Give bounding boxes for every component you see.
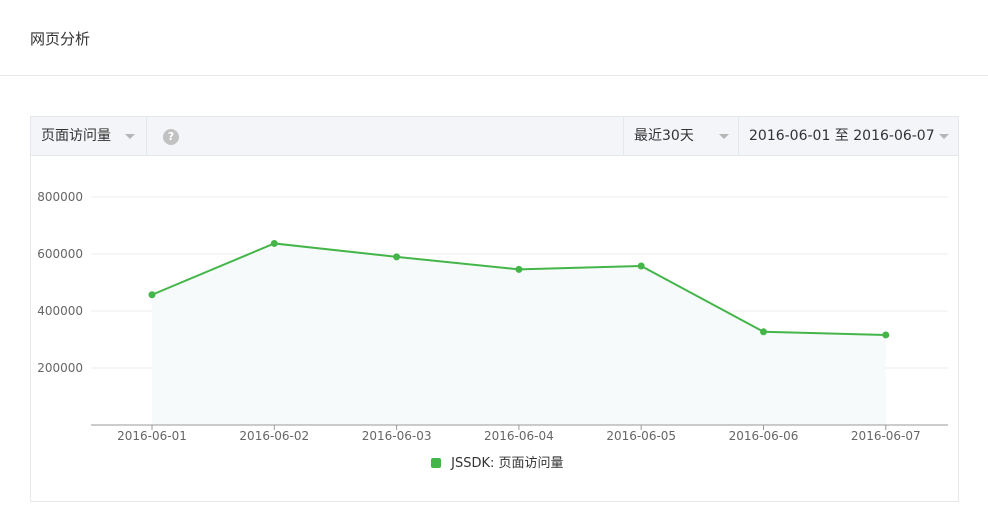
x-tick-label: 2016-06-04 xyxy=(484,429,554,443)
data-point xyxy=(637,262,645,270)
x-tick-label: 2016-06-02 xyxy=(239,429,309,443)
y-tick-label: 200000 xyxy=(37,361,83,375)
page-header: 网页分析 xyxy=(0,0,988,76)
data-point xyxy=(515,265,523,273)
x-tick-label: 2016-06-07 xyxy=(851,429,921,443)
chart-panel: 页面访问量 ? 最近30天 2016-06-01 至 2016-06-07 20… xyxy=(30,116,959,502)
y-tick-label: 400000 xyxy=(37,304,83,318)
data-point xyxy=(148,291,156,299)
x-tick-label: 2016-06-01 xyxy=(117,429,187,443)
legend-swatch xyxy=(431,458,441,468)
data-point xyxy=(270,239,278,247)
legend-label: JSSDK: 页面访问量 xyxy=(451,456,564,471)
data-point xyxy=(882,331,890,339)
data-point xyxy=(393,253,401,261)
line-chart: 200000 400000 600000 800000 2016-06-01 2016-0… xyxy=(37,190,948,443)
page-title: 网页分析 xyxy=(30,30,91,48)
x-tick-label: 2016-06-05 xyxy=(606,429,676,443)
y-tick-label: 800000 xyxy=(37,190,83,204)
data-point xyxy=(760,328,767,336)
x-tick-label: 2016-06-06 xyxy=(729,429,799,443)
chart-legend[interactable]: JSSDK: 页面访问量 xyxy=(431,455,564,473)
x-tick-label: 2016-06-03 xyxy=(362,429,432,443)
y-tick-label: 600000 xyxy=(37,247,83,261)
